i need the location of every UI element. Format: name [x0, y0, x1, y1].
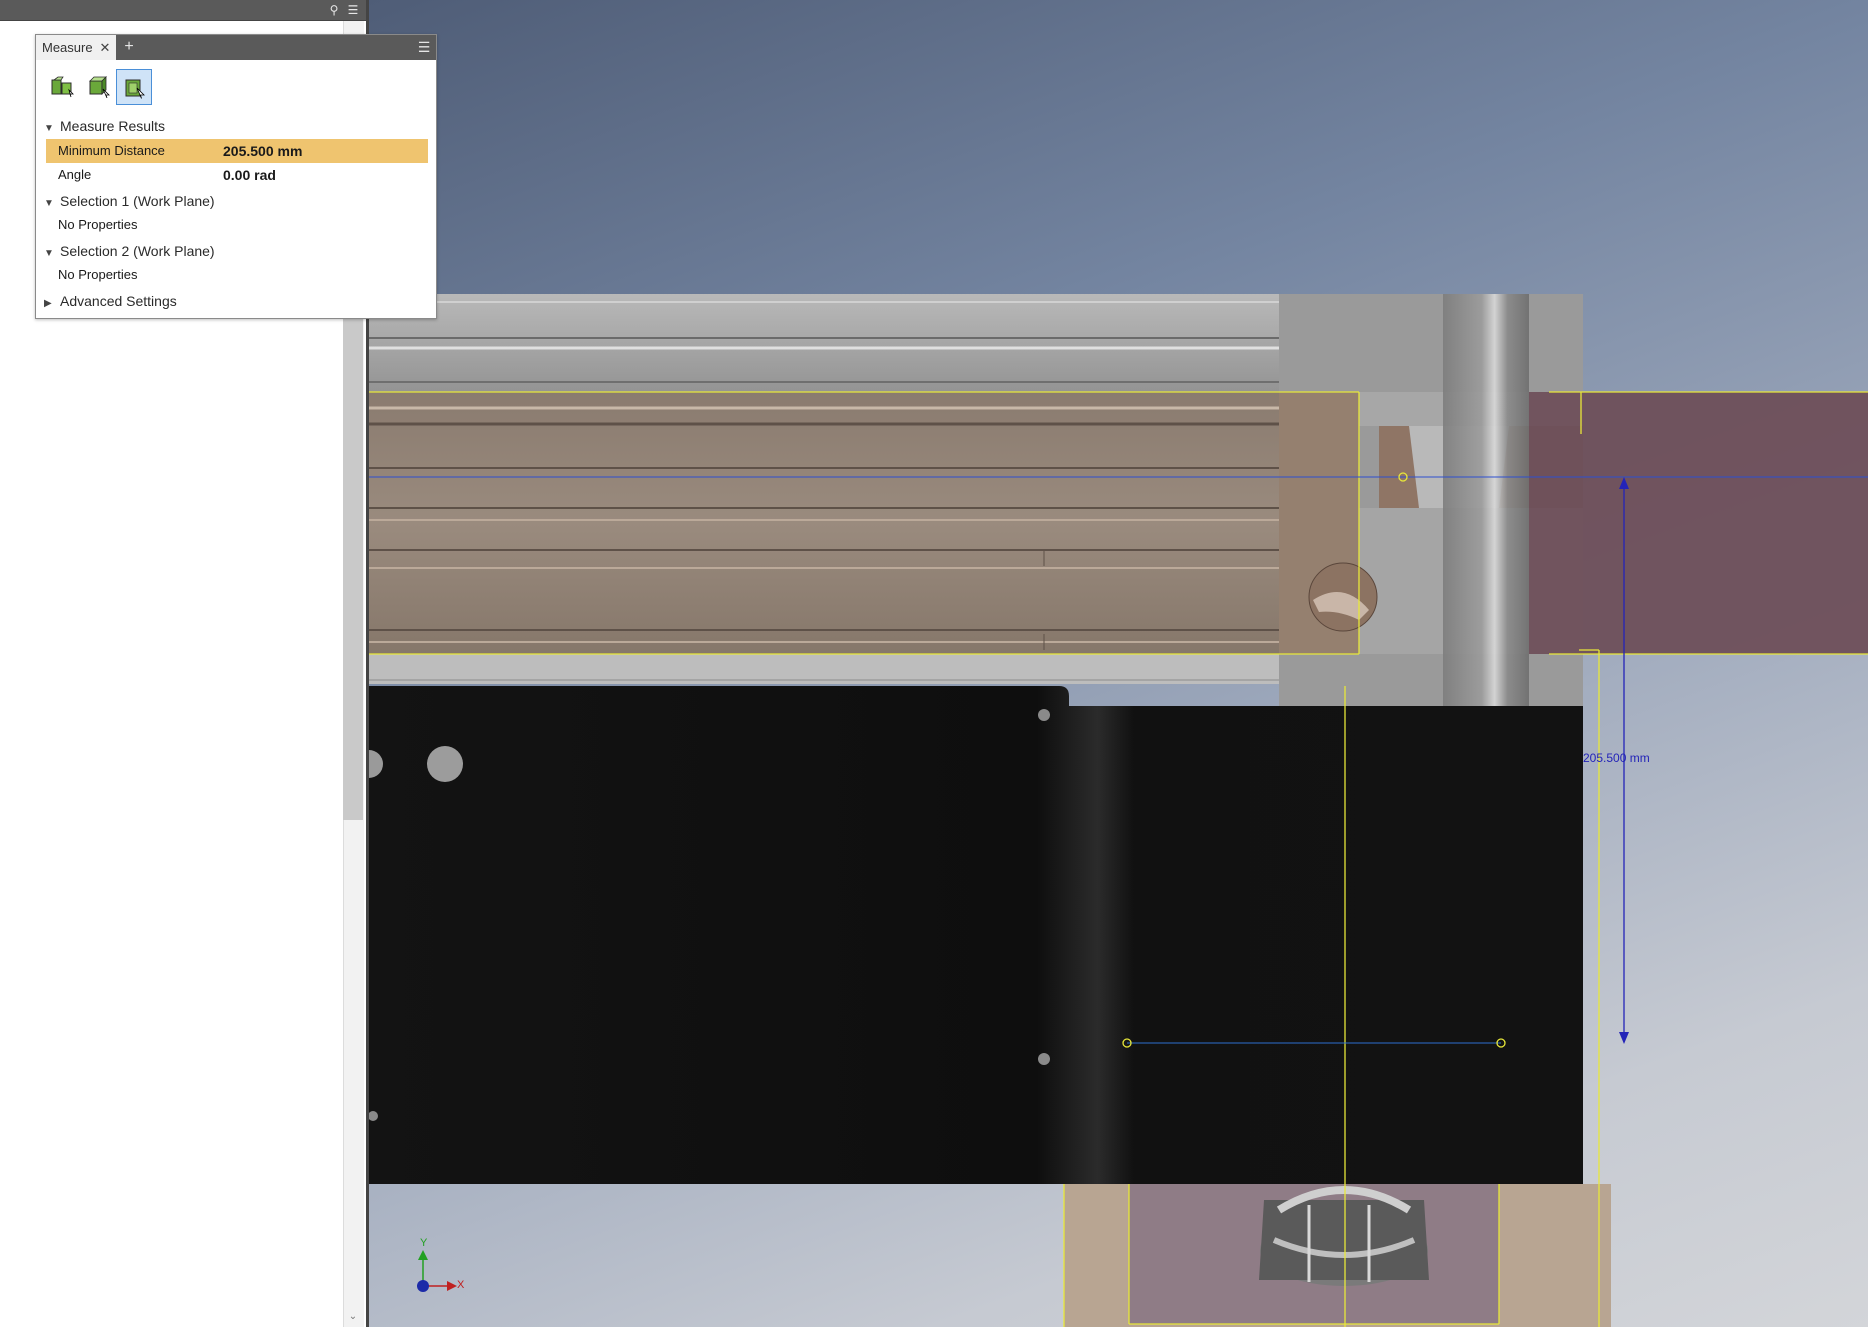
stepper-motor [1259, 1186, 1429, 1286]
view-triad[interactable] [417, 1250, 457, 1292]
advanced-settings-header[interactable]: ▶ Advanced Settings [44, 291, 177, 311]
result-row-minimum-distance[interactable]: Minimum Distance 205.500 mm [46, 139, 428, 163]
selection-1-properties: No Properties [58, 217, 138, 232]
mounting-hole [427, 746, 463, 782]
3d-viewport[interactable]: 205.500 mm Y X [366, 0, 1868, 1327]
collapse-triangle-icon: ▼ [44, 198, 54, 209]
selection-1-label: Selection 1 (Work Plane) [60, 193, 215, 209]
black-mounting-plate [369, 686, 1583, 1184]
measure-results-header[interactable]: ▼ Measure Results [44, 116, 165, 136]
mounting-plate-right [1529, 392, 1868, 654]
result-value: 0.00 rad [223, 167, 276, 183]
selection-2-label: Selection 2 (Work Plane) [60, 243, 215, 259]
tab-measure-label: Measure [42, 40, 93, 55]
close-icon[interactable]: ✕ [98, 35, 112, 60]
selection-2-header[interactable]: ▼ Selection 2 (Work Plane) [44, 241, 215, 261]
result-row-angle[interactable]: Angle 0.00 rad [46, 163, 428, 187]
result-key: Angle [58, 167, 92, 182]
measure-select-workplane-tool[interactable] [116, 69, 152, 105]
axis-x-label: X [457, 1279, 465, 1291]
search-icon[interactable]: ⚲ [327, 3, 341, 17]
collapse-triangle-icon: ▼ [44, 123, 54, 134]
measure-results-label: Measure Results [60, 118, 166, 134]
add-tab-icon[interactable]: + [120, 35, 138, 59]
expand-triangle-icon: ▶ [44, 298, 52, 309]
dimension-label: 205.500 mm [1583, 751, 1650, 765]
measure-distance-tool[interactable] [44, 69, 80, 105]
measure-tab-bar: Measure ✕ + ☰ [36, 35, 436, 60]
distance-tool-icon [51, 76, 74, 98]
browser-scrollbar-thumb[interactable] [343, 300, 363, 820]
linear-rail [369, 392, 1279, 654]
panel-menu-icon[interactable]: ☰ [416, 38, 432, 56]
result-value: 205.500 mm [223, 143, 303, 159]
lead-screw-post [1443, 294, 1529, 708]
workplane-tool-icon [125, 79, 145, 99]
face-tool-icon [89, 76, 110, 98]
selection-2-properties: No Properties [58, 267, 138, 282]
result-key: Minimum Distance [58, 143, 165, 158]
measure-select-face-tool[interactable] [80, 69, 116, 105]
selection-1-header[interactable]: ▼ Selection 1 (Work Plane) [44, 191, 215, 211]
browser-title-bar: ⚲ ☰ [0, 0, 366, 21]
advanced-settings-label: Advanced Settings [60, 293, 177, 309]
collapse-triangle-icon: ▼ [44, 248, 54, 259]
scroll-down-arrow-icon[interactable]: ⌄ [343, 1310, 363, 1324]
viewport-canvas [369, 294, 1868, 1327]
hamburger-menu-icon[interactable]: ☰ [346, 3, 360, 17]
measure-dialog: Measure ✕ + ☰ ▼ Measure Results Minimum … [35, 34, 437, 319]
axis-y-label: Y [420, 1237, 428, 1249]
